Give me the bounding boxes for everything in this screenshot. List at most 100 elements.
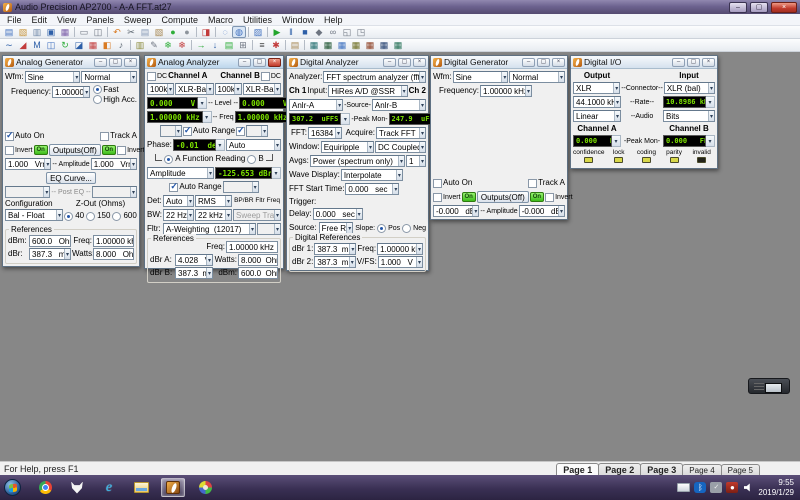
panel-titlebar[interactable]: Digital Analyzer bbox=[287, 56, 428, 69]
panel-link-icon[interactable]: ◍ bbox=[232, 26, 246, 38]
output-audio-select[interactable]: Linear bbox=[573, 110, 621, 122]
impedance-b-select[interactable]: 100k bbox=[214, 83, 242, 95]
menu-sweep[interactable]: Sweep bbox=[119, 15, 157, 25]
log-file-icon[interactable]: ▤ bbox=[288, 39, 302, 51]
sweep-start-icon[interactable]: ▶ bbox=[270, 26, 284, 38]
outputs-button[interactable]: Outputs(Off) bbox=[48, 144, 101, 156]
average-count-select[interactable]: 1 bbox=[406, 155, 426, 167]
connect-hardware-icon[interactable]: ◌ bbox=[218, 26, 232, 38]
av-display-icon[interactable]: ◨ bbox=[199, 26, 213, 38]
page-layout-1-icon[interactable]: ▦ bbox=[307, 39, 321, 51]
function-select[interactable]: Amplitude bbox=[147, 167, 214, 179]
go-sweep-icon[interactable]: → bbox=[194, 39, 208, 51]
macro-stop-icon[interactable]: ✱ bbox=[269, 39, 283, 51]
start-button[interactable] bbox=[4, 479, 21, 496]
delay-select[interactable]: 0.000 sec bbox=[312, 208, 363, 220]
auto-range-reading-checkbox[interactable] bbox=[169, 181, 179, 192]
peak-a-unit-select[interactable] bbox=[341, 113, 351, 125]
bw-high-select[interactable]: 22 kHz bbox=[195, 209, 232, 221]
panel-minimize-button[interactable] bbox=[383, 57, 396, 67]
sweep-pause-icon[interactable]: ‖ bbox=[284, 26, 298, 38]
digital-io-panel-icon[interactable]: ◧ bbox=[100, 39, 114, 51]
close-button[interactable] bbox=[771, 1, 797, 13]
maximize-button[interactable] bbox=[750, 1, 768, 13]
function-a-radio[interactable] bbox=[164, 154, 174, 164]
waveform-shape-select[interactable]: Normal bbox=[509, 71, 566, 83]
panel-close-button[interactable] bbox=[702, 57, 715, 67]
panel-titlebar[interactable]: Analog Generator bbox=[3, 56, 139, 69]
channel-b-on-button[interactable]: On bbox=[101, 145, 117, 155]
dbr-b-select[interactable]: 387.3 mV bbox=[175, 267, 213, 279]
amplitude-a-select[interactable]: -0.000 dBFS bbox=[433, 205, 480, 217]
amplitude-b-select[interactable]: 1.000 Vrms bbox=[90, 158, 138, 170]
data-editor-icon[interactable]: ⊞ bbox=[236, 39, 250, 51]
menu-macro[interactable]: Macro bbox=[203, 15, 238, 25]
menu-panels[interactable]: Panels bbox=[81, 15, 119, 25]
waveform-select[interactable]: Sine bbox=[452, 71, 509, 83]
coupling-select[interactable]: DC Coupled bbox=[375, 141, 426, 153]
taskbar-audio-precision-icon[interactable] bbox=[161, 478, 185, 497]
phase-mode-select[interactable]: Auto bbox=[225, 139, 281, 151]
panel-maximize-button[interactable] bbox=[537, 57, 550, 67]
panel-titlebar[interactable]: Digital Generator bbox=[431, 56, 567, 69]
auto-range-b-checkbox[interactable] bbox=[236, 125, 246, 136]
monitor-view-icon[interactable]: ∞ bbox=[326, 26, 340, 38]
window-cascade-icon[interactable]: ◳ bbox=[354, 26, 368, 38]
peak-mon-a-readout[interactable]: 0.000 FFS bbox=[573, 135, 612, 147]
detector-select[interactable]: Auto bbox=[163, 195, 194, 207]
freq-ref-field[interactable]: 1.00000 kHz bbox=[93, 235, 134, 247]
level-a-readout[interactable]: 0.000 V bbox=[147, 97, 199, 109]
print-icon[interactable]: ▭ bbox=[77, 26, 91, 38]
freq-a-readout[interactable]: 1.00000 kHz bbox=[147, 111, 203, 123]
tray-volume-icon[interactable] bbox=[742, 482, 754, 493]
outputs-button[interactable]: Outputs(Off) bbox=[476, 191, 529, 203]
start-monitors-icon[interactable]: ● bbox=[166, 26, 180, 38]
panel-maximize-button[interactable] bbox=[253, 57, 266, 67]
frequency-select[interactable]: 1.00000 kHz bbox=[52, 86, 91, 98]
watts-field[interactable]: 8.000 Ohms bbox=[238, 254, 278, 266]
save-book-icon[interactable]: ▦ bbox=[58, 26, 72, 38]
panel-close-button[interactable] bbox=[124, 57, 137, 67]
panel-minimize-button[interactable] bbox=[672, 57, 685, 67]
fast-radio[interactable] bbox=[93, 85, 103, 94]
stop-monitors-icon[interactable]: ● bbox=[180, 26, 194, 38]
panel-maximize-button[interactable] bbox=[398, 57, 411, 67]
tray-bluetooth-icon[interactable]: ᛒ bbox=[694, 482, 707, 493]
freq-ref-field[interactable]: 1.00000 kHz bbox=[226, 241, 278, 253]
regulation-icon[interactable]: ≡ bbox=[255, 39, 269, 51]
analog-generator-panel-icon[interactable]: ∼ bbox=[2, 39, 16, 51]
taskbar-internet-explorer-icon[interactable]: e bbox=[97, 478, 121, 497]
frequency-select[interactable]: 1.00000 kHz bbox=[480, 85, 533, 97]
taskbar-chrome-icon[interactable] bbox=[33, 478, 57, 497]
open-test-icon[interactable]: ▧ bbox=[16, 26, 30, 38]
dc-a-checkbox[interactable] bbox=[147, 71, 156, 81]
input-rate-unit-select[interactable] bbox=[706, 96, 715, 108]
bw-low-select[interactable]: 22 Hz bbox=[163, 209, 194, 221]
input-audio-select[interactable]: Bits bbox=[663, 110, 715, 122]
eq-curve-button[interactable]: EQ Curve... bbox=[46, 172, 96, 184]
detector-mode-select[interactable]: RMS bbox=[195, 195, 232, 207]
menu-window[interactable]: Window bbox=[277, 15, 319, 25]
slope-neg-radio[interactable] bbox=[402, 223, 412, 233]
vfs-select[interactable]: 1.000 V bbox=[377, 256, 423, 268]
sweep-stop-icon[interactable]: ■ bbox=[298, 26, 312, 38]
slope-pos-radio[interactable] bbox=[377, 223, 387, 233]
high-acc-radio[interactable] bbox=[93, 95, 103, 104]
page-layout-4-icon[interactable]: ▦ bbox=[349, 39, 363, 51]
peak-mon-b-readout[interactable]: 0.000 FFS bbox=[663, 135, 706, 147]
track-a-checkbox[interactable] bbox=[528, 178, 538, 188]
dd-panel-icon[interactable]: ◪ bbox=[72, 39, 86, 51]
menu-utilities[interactable]: Utilities bbox=[238, 15, 277, 25]
attach-file-icon[interactable]: ▥ bbox=[30, 26, 44, 38]
taskbar-clock[interactable]: 9:55 2019/1/29 bbox=[758, 478, 796, 498]
page-tab-page-3[interactable]: Page 3 bbox=[640, 462, 684, 476]
menu-view[interactable]: View bbox=[52, 15, 81, 25]
freq-b-readout[interactable]: 1.00000 kHz bbox=[234, 111, 291, 123]
cut-icon[interactable]: ✂ bbox=[124, 26, 138, 38]
z-out-600-radio[interactable] bbox=[112, 211, 122, 221]
phase-readout[interactable]: -0.01 deg bbox=[172, 139, 216, 151]
input-rate-readout[interactable]: 10.8986 kHz bbox=[663, 96, 706, 108]
panel-titlebar[interactable]: Analog Analyzer bbox=[145, 56, 283, 69]
page-layout-5-icon[interactable]: ▦ bbox=[363, 39, 377, 51]
auto-on-checkbox[interactable] bbox=[433, 178, 442, 188]
